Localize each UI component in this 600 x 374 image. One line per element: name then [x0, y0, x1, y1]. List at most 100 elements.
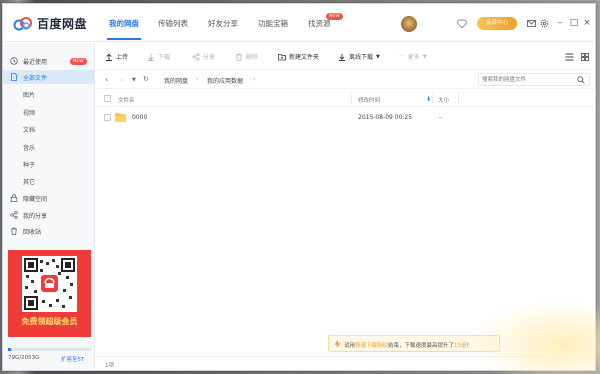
- toast-text-post: ！: [466, 343, 473, 349]
- delete-button[interactable]: 删除: [235, 52, 258, 61]
- tab-toolbox[interactable]: 功能宝箱: [258, 18, 288, 29]
- breadcrumb-current[interactable]: 我的应用数据: [207, 76, 243, 85]
- breadcrumb-separator: ›: [196, 76, 199, 83]
- main-panel: 上传 下载 分享 删除 新建文件夹 离线下载 ▼ ··· 更多 ▼ ‹ › ▼ …: [96, 43, 595, 370]
- app-name: 百度网盘: [37, 17, 88, 31]
- sidebar-item-hidden-space[interactable]: 隐藏空间: [3, 191, 94, 205]
- column-separator[interactable]: [351, 94, 352, 104]
- sidebar-item-label: 回收站: [23, 228, 42, 236]
- share-button[interactable]: 分享: [192, 52, 215, 61]
- storage-bar: [8, 348, 91, 351]
- back-arrow-icon[interactable]: ‹: [105, 75, 108, 84]
- sidebar-item-label: 最近使用: [23, 58, 48, 66]
- share-label: 分享: [203, 54, 216, 61]
- grid-view-icon[interactable]: [581, 53, 589, 61]
- table-header: 文件名 修改时间 ⬇ 大小: [96, 91, 595, 107]
- toast-message: 试用极速下载特权结束，下载速度最高提升了15倍！: [344, 341, 472, 349]
- refresh-icon[interactable]: ↻: [143, 75, 149, 83]
- sidebar-item-documents[interactable]: 文档: [23, 125, 35, 134]
- trash-icon: [11, 227, 17, 235]
- more-dots-icon: ···: [399, 53, 405, 60]
- app-logo: 百度网盘: [13, 15, 87, 32]
- offline-download-button[interactable]: 离线下载 ▼: [338, 52, 380, 61]
- tab-friend-share[interactable]: 好友分享: [208, 18, 238, 29]
- avatar[interactable]: [401, 16, 417, 32]
- more-button[interactable]: ··· 更多 ▼: [399, 52, 427, 61]
- new-folder-label: 新建文件夹: [289, 54, 320, 61]
- trash-icon: [236, 53, 242, 61]
- file-modified: 2015-08-09 00:25: [358, 114, 413, 121]
- search-icon[interactable]: [577, 76, 585, 84]
- sidebar-item-all-files[interactable]: 全部文件: [3, 70, 94, 84]
- status-bar: 1项: [96, 356, 595, 370]
- sidebar-item-torrents[interactable]: 种子: [23, 160, 35, 169]
- upload-icon: [106, 53, 112, 61]
- breadcrumb-root[interactable]: 我的网盘: [164, 76, 188, 85]
- new-folder-button[interactable]: 新建文件夹: [278, 52, 319, 61]
- lightning-icon: [334, 340, 341, 348]
- minimize-button[interactable]: –: [555, 18, 565, 28]
- history-dropdown-icon[interactable]: ▼: [132, 77, 136, 83]
- new-folder-icon: [278, 53, 286, 60]
- forward-arrow-icon[interactable]: ›: [120, 75, 123, 84]
- speed-boost-toast[interactable]: 试用极速下载特权结束，下载速度最高提升了15倍！: [328, 335, 500, 352]
- toast-highlight-feature[interactable]: 极速下载特权: [355, 343, 388, 349]
- sidebar-item-others[interactable]: 其它: [23, 177, 35, 186]
- cloud-logo-icon: [13, 16, 32, 30]
- promo-text: 免费领超级会员: [21, 317, 78, 326]
- sidebar-item-my-shares[interactable]: 我的分享: [3, 208, 94, 222]
- tab-my-drive[interactable]: 我的网盘: [109, 18, 139, 29]
- offline-download-label: 离线下载: [349, 54, 374, 61]
- tab-transfer-list[interactable]: 传输列表: [158, 18, 188, 29]
- sidebar-item-label: 隐藏空间: [23, 195, 48, 203]
- sort-arrow-icon: ⬇: [426, 96, 432, 103]
- share-icon: [192, 52, 200, 61]
- gear-icon[interactable]: [540, 19, 549, 28]
- sidebar-item-recycle-bin[interactable]: 回收站: [3, 224, 94, 238]
- download-label: 下载: [158, 54, 171, 61]
- column-header-name[interactable]: 文件名: [118, 96, 135, 104]
- breadcrumb-separator: ›: [253, 76, 256, 83]
- promo-banner[interactable]: 免费领超级会员: [8, 250, 91, 337]
- title-bar: 百度网盘 我的网盘 传输列表 好友分享 功能宝箱 找资源 NEW 会员中心 – …: [3, 4, 595, 42]
- list-view-icon[interactable]: [565, 53, 574, 61]
- table-row[interactable]: 0000 2015-08-09 00:25 -: [96, 109, 595, 127]
- toast-text-mid: 结束，下载速度最高提升了: [388, 343, 455, 349]
- file-name[interactable]: 0000: [132, 114, 147, 121]
- folder-icon: [115, 113, 126, 122]
- search-input[interactable]: [482, 75, 570, 85]
- close-button[interactable]: ×: [582, 18, 592, 28]
- upload-button[interactable]: 上传: [105, 52, 128, 61]
- download-icon: [148, 53, 154, 61]
- column-separator[interactable]: [432, 94, 433, 104]
- file-size: -: [439, 114, 442, 121]
- delete-label: 删除: [246, 54, 259, 61]
- column-separator[interactable]: [458, 94, 459, 104]
- address-bar: ‹ › ▼ ↻ 我的网盘 › 我的应用数据 ›: [96, 69, 595, 89]
- new-badge: NEW: [326, 13, 343, 20]
- toast-highlight-speed: 15倍: [454, 343, 467, 349]
- expand-storage-link[interactable]: 扩容至5T: [61, 355, 84, 363]
- new-badge: NEW: [70, 58, 87, 65]
- sidebar-item-label: 全部文件: [23, 74, 48, 82]
- lock-icon: [10, 194, 18, 202]
- active-tab-indicator: [107, 38, 141, 40]
- clock-icon: [10, 57, 18, 65]
- chevron-down-icon: ▼: [422, 53, 427, 60]
- sidebar-item-images[interactable]: 图片: [23, 90, 35, 99]
- column-header-size[interactable]: 大小: [438, 96, 449, 104]
- diamond-icon[interactable]: [457, 19, 467, 28]
- maximize-button[interactable]: □: [569, 18, 579, 28]
- select-all-checkbox[interactable]: [104, 95, 111, 102]
- row-checkbox[interactable]: [104, 114, 111, 121]
- storage-text: 79G/2053G: [8, 355, 40, 361]
- vip-center-button[interactable]: 会员中心: [477, 17, 517, 30]
- mail-icon[interactable]: [527, 19, 536, 28]
- column-header-modified[interactable]: 修改时间: [358, 96, 380, 104]
- sidebar-item-label: 我的分享: [23, 212, 48, 220]
- sidebar-item-videos[interactable]: 视频: [23, 108, 35, 117]
- download-button[interactable]: 下载: [147, 52, 170, 61]
- sidebar: 最近使用 NEW 全部文件 图片 视频 文档 音乐 种子 其它 隐藏空间 我的分…: [3, 43, 95, 370]
- chevron-down-icon[interactable]: ▼: [376, 54, 380, 60]
- sidebar-item-music[interactable]: 音乐: [23, 143, 35, 152]
